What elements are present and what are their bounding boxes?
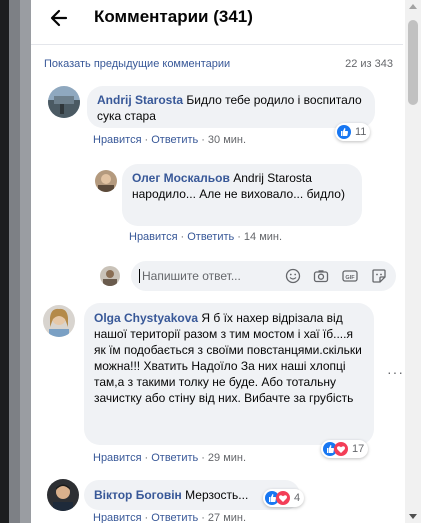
comment-bubble: Olga Chystyakova Я б їх нахер відрізала … — [84, 303, 374, 445]
more-dots-icon[interactable]: ··· — [387, 364, 404, 380]
scroll-up-arrow-icon[interactable] — [409, 4, 417, 9]
reply-button[interactable]: Ответить — [151, 452, 198, 464]
comment-time[interactable]: 30 мин. — [208, 134, 246, 146]
camera-icon[interactable] — [313, 268, 329, 284]
like-button[interactable]: Нравится — [93, 512, 142, 523]
scroll-thumb[interactable] — [408, 20, 418, 105]
reply-button[interactable]: Ответить — [151, 134, 198, 146]
like-button[interactable]: Нравится — [93, 134, 142, 146]
love-reaction-icon — [276, 491, 290, 505]
comment-time[interactable]: 14 мин. — [244, 231, 282, 243]
reply-button[interactable]: Ответить — [187, 231, 234, 243]
reaction-count[interactable]: 17 — [321, 440, 369, 458]
reaction-count-text: 11 — [355, 126, 367, 138]
comment-actions: Нравится · Ответить · 30 мин. — [93, 134, 247, 146]
comment-author[interactable]: Andrij Starosta — [97, 93, 183, 107]
current-user-avatar — [100, 266, 120, 286]
page-title: Комментарии (341) — [94, 7, 253, 26]
background-page-shade — [9, 0, 20, 523]
comment-time[interactable]: 29 мин. — [208, 452, 246, 464]
avatar[interactable] — [47, 479, 79, 511]
sticker-icon[interactable] — [371, 268, 387, 284]
show-previous-comments-link[interactable]: Показать предыдущие комментарии — [44, 58, 230, 70]
scrollbar[interactable] — [405, 0, 421, 523]
comment-author[interactable]: Віктор Боговін — [94, 488, 182, 502]
like-reaction-icon — [337, 125, 351, 139]
reaction-count[interactable]: 11 — [335, 123, 371, 141]
love-reaction-icon — [334, 442, 348, 456]
reply-input[interactable]: Напишите ответ... GIF — [131, 261, 396, 291]
background-page-edge — [0, 0, 9, 523]
emoji-icon[interactable] — [285, 268, 301, 284]
comment-time[interactable]: 27 мин. — [208, 512, 246, 523]
reply-button[interactable]: Ответить — [151, 512, 198, 523]
comment-text: Я б їх нахер відрізала від нашої територ… — [94, 311, 362, 405]
comment-text: Мерзость... — [185, 488, 249, 502]
reaction-count-text: 17 — [352, 443, 365, 455]
comment-bubble: Andrij Starosta Бидло тебе родило і восп… — [87, 86, 375, 128]
comment-author[interactable]: Olga Chystyakova — [94, 311, 198, 325]
reply-input-placeholder: Напишите ответ... — [139, 269, 241, 283]
comment-actions: Нравится · Ответить · 14 мин. — [129, 231, 283, 243]
comment-actions: Нравится · Ответить · 27 мин. — [93, 512, 247, 523]
like-button[interactable]: Нравится — [129, 231, 178, 243]
reaction-count-text: 4 — [294, 492, 301, 504]
comment-counter: 22 из 343 — [345, 58, 393, 70]
comment-author[interactable]: Олег Москальов — [132, 171, 230, 185]
arrow-left-icon[interactable] — [49, 8, 69, 28]
comment-bubble: Олег Москальов Andrij Starosta народило.… — [122, 164, 362, 226]
svg-text:GIF: GIF — [345, 275, 355, 281]
reaction-count[interactable]: 4 — [263, 489, 305, 507]
comments-panel: Комментарии (341) Показать предыдущие ко… — [31, 0, 421, 523]
avatar[interactable] — [43, 305, 75, 337]
comments-header: Комментарии (341) — [31, 0, 403, 45]
avatar[interactable] — [48, 86, 80, 118]
comment-actions: Нравится · Ответить · 29 мин. — [93, 452, 247, 464]
like-button[interactable]: Нравится — [93, 452, 142, 464]
avatar[interactable] — [95, 170, 117, 192]
scroll-down-arrow-icon[interactable] — [409, 514, 417, 519]
gif-icon[interactable]: GIF — [342, 268, 358, 284]
